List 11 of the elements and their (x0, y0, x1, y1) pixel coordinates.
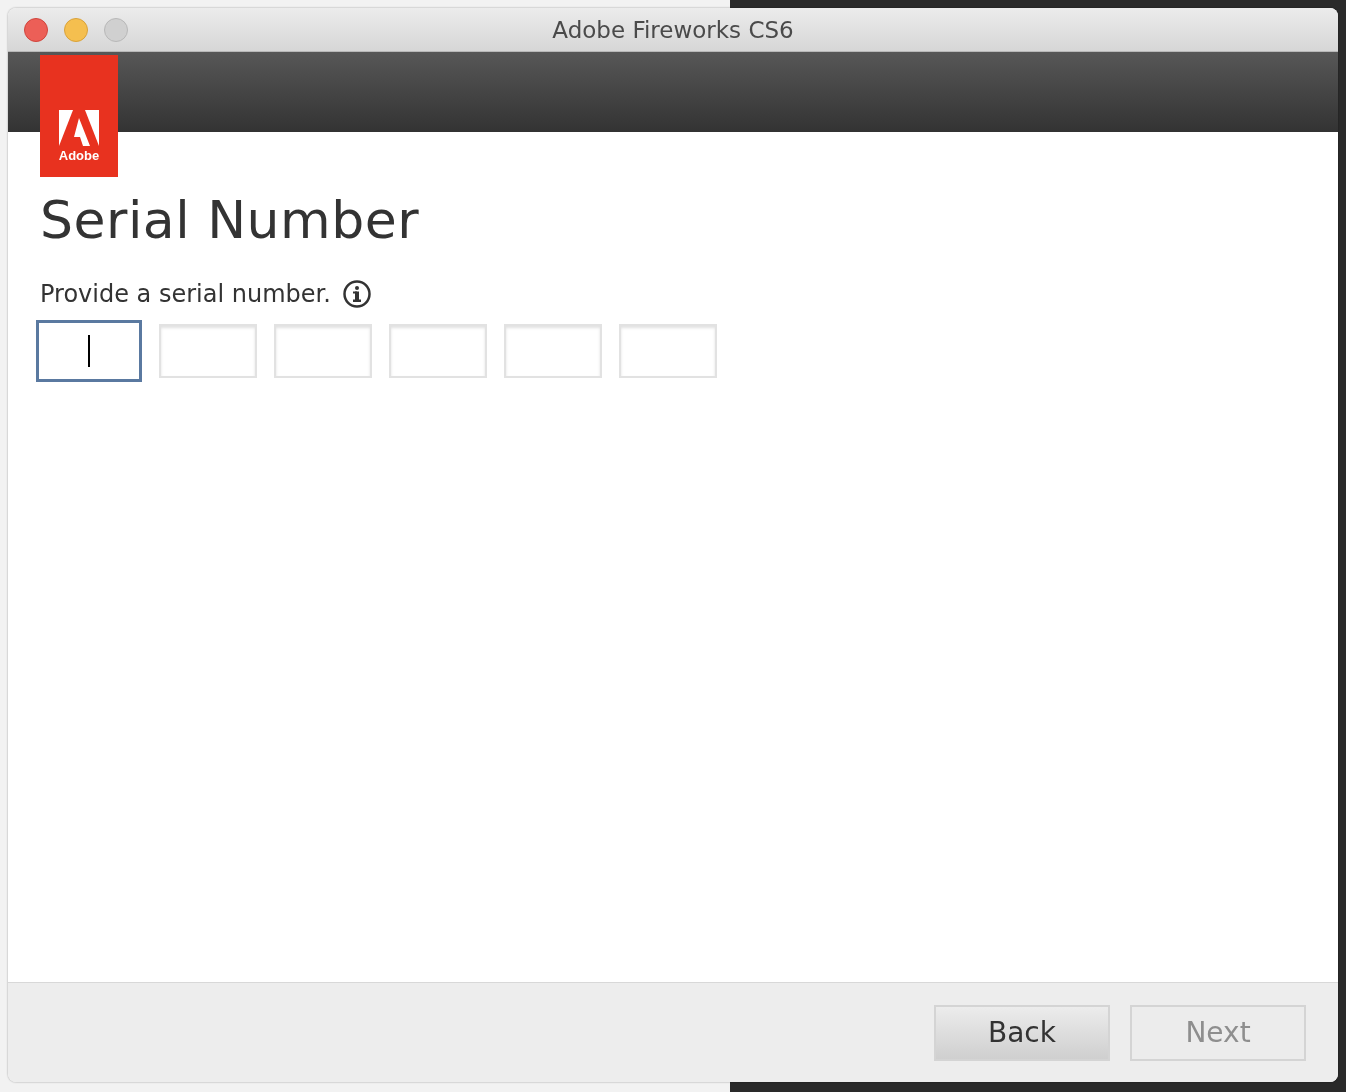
minimize-icon[interactable] (64, 17, 88, 42)
back-button[interactable]: Back (934, 1004, 1110, 1061)
page-heading: Serial Number (40, 190, 421, 250)
zoom-icon (104, 17, 128, 42)
info-icon[interactable] (342, 280, 371, 308)
close-icon[interactable] (24, 17, 48, 42)
logo-label: Adobe (58, 148, 100, 163)
logo-icon (59, 110, 99, 146)
serial-field[interactable] (36, 320, 142, 382)
window-title: Adobe Fireworks CS6 (552, 16, 794, 43)
prompt-text: Provide a serial number. (40, 280, 331, 308)
